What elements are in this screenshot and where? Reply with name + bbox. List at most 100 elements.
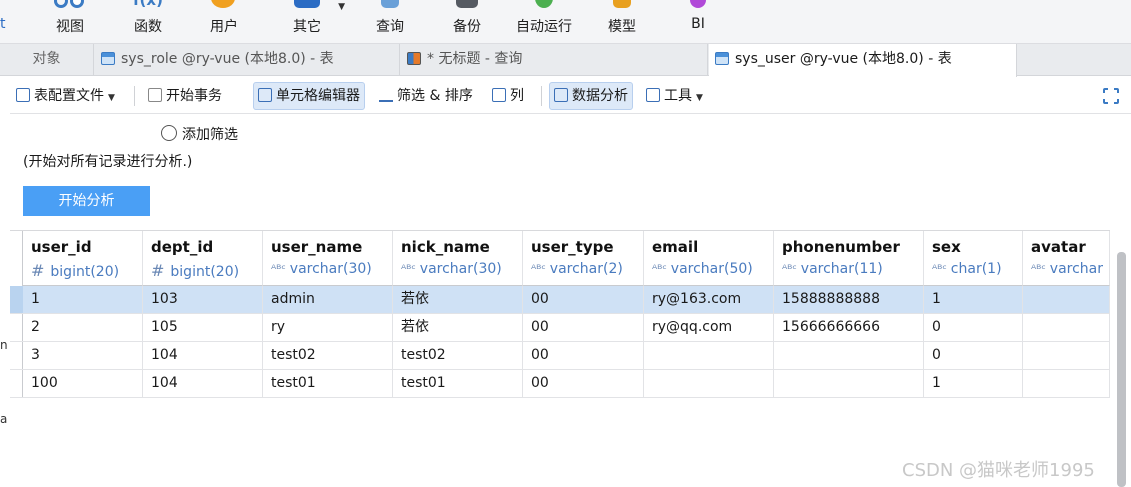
navicat-window: { "toolbar": { "items": [ {"label": "视图"…: [0, 0, 1131, 487]
table-cell[interactable]: [1023, 342, 1110, 370]
column-type: ᴬᴮᶜ varchar: [1031, 261, 1103, 277]
table-cell[interactable]: 00: [523, 314, 644, 342]
table-cell[interactable]: 00: [523, 342, 644, 370]
column-name: dept_id: [151, 238, 214, 256]
column-header[interactable]: user_id # bigint(20): [23, 231, 143, 286]
table-cell[interactable]: [644, 342, 774, 370]
column-header[interactable]: dept_id # bigint(20): [143, 231, 263, 286]
toolbar-function-button[interactable]: f(x) 函数: [126, 0, 170, 44]
table-cell[interactable]: 0: [924, 342, 1023, 370]
filter-sort-button[interactable]: 筛选 & 排序: [375, 82, 477, 110]
column-header[interactable]: phonenumber ᴬᴮᶜ varchar(11): [774, 231, 924, 286]
divider: [134, 86, 135, 106]
table-config-button[interactable]: 表配置文件 ▼: [12, 82, 119, 110]
table-cell[interactable]: 103: [143, 286, 263, 314]
column-header[interactable]: avatar ᴬᴮᶜ varchar: [1023, 231, 1110, 286]
table-cell[interactable]: 0: [924, 314, 1023, 342]
table-cell[interactable]: ry: [263, 314, 393, 342]
tools-button[interactable]: 工具 ▼: [642, 82, 707, 110]
add-filter-radio[interactable]: [161, 125, 177, 141]
data-analysis-button[interactable]: 数据分析: [549, 82, 633, 110]
row-selector[interactable]: [10, 370, 23, 398]
toolbar-user-button[interactable]: 用户: [202, 0, 246, 44]
data-grid: user_id # bigint(20) dept_id # bigint(20) user…: [10, 230, 1110, 398]
function-icon: f(x): [133, 0, 163, 9]
table-cell[interactable]: 1: [924, 286, 1023, 314]
tab-untitled-query[interactable]: * 无标题 - 查询: [401, 44, 708, 76]
text-type-icon: ᴬᴮᶜ: [932, 262, 947, 276]
edit-icon: [258, 88, 272, 102]
column-type: # bigint(20): [31, 261, 119, 280]
watermark: CSDN @猫咪老师1995: [902, 460, 1095, 481]
table-cell[interactable]: 105: [143, 314, 263, 342]
vertical-scrollbar[interactable]: [1117, 252, 1126, 487]
table-cell[interactable]: test01: [263, 370, 393, 398]
text-type-icon: ᴬᴮᶜ: [271, 262, 286, 276]
table-cell[interactable]: [774, 342, 924, 370]
tab-sys-user[interactable]: sys_user @ry-vue (本地8.0) - 表: [709, 44, 1017, 77]
side-mark: a: [0, 412, 8, 426]
toolbar-model-button[interactable]: 模型: [600, 0, 644, 44]
table-cell[interactable]: 15666666666: [774, 314, 924, 342]
table-cell[interactable]: 104: [143, 370, 263, 398]
text-type-icon: ᴬᴮᶜ: [531, 262, 546, 276]
table-cell[interactable]: 104: [143, 342, 263, 370]
table-config-icon: [16, 88, 30, 102]
tab-sys-role[interactable]: sys_role @ry-vue (本地8.0) - 表: [95, 44, 400, 76]
table-cell[interactable]: [1023, 314, 1110, 342]
table-cell[interactable]: 3: [23, 342, 143, 370]
table-cell[interactable]: 1: [924, 370, 1023, 398]
expand-icon[interactable]: [1102, 87, 1120, 105]
table-cell[interactable]: [774, 370, 924, 398]
toolbar-query-button[interactable]: 查询: [368, 0, 412, 44]
table-cell[interactable]: test02: [263, 342, 393, 370]
start-analysis-button[interactable]: 开始分析: [23, 186, 150, 216]
chevron-down-icon[interactable]: ▼: [338, 2, 345, 12]
table-icon: [101, 52, 115, 65]
table-cell[interactable]: 15888888888: [774, 286, 924, 314]
table-cell[interactable]: 1: [23, 286, 143, 314]
tab-label: sys_user @ry-vue (本地8.0) - 表: [735, 51, 952, 67]
row-selector[interactable]: [10, 342, 23, 370]
column-header[interactable]: user_type ᴬᴮᶜ varchar(2): [523, 231, 644, 286]
toolbar-automation-button[interactable]: 自动运行: [510, 0, 578, 44]
columns-button[interactable]: 列: [488, 82, 528, 110]
toolbar-other-button[interactable]: 其它 ▼: [285, 0, 345, 44]
table-cell[interactable]: test02: [393, 342, 523, 370]
begin-transaction-button[interactable]: 开始事务: [144, 82, 226, 110]
table-cell[interactable]: 若依: [393, 314, 523, 342]
row-selector[interactable]: [10, 286, 23, 314]
column-name: avatar: [1031, 238, 1086, 256]
table-cell[interactable]: 2: [23, 314, 143, 342]
column-header[interactable]: sex ᴬᴮᶜ char(1): [924, 231, 1023, 286]
toolbar-bi-button[interactable]: BI: [676, 0, 720, 44]
table-cell[interactable]: 00: [523, 286, 644, 314]
table-cell[interactable]: ry@qq.com: [644, 314, 774, 342]
column-header[interactable]: user_name ᴬᴮᶜ varchar(30): [263, 231, 393, 286]
column-header[interactable]: email ᴬᴮᶜ varchar(50): [644, 231, 774, 286]
tab-objects[interactable]: 对象: [0, 44, 94, 76]
column-type: ᴬᴮᶜ varchar(11): [782, 261, 883, 277]
toolbar-label: 查询: [376, 19, 404, 35]
toolbar-backup-button[interactable]: 备份: [445, 0, 489, 44]
table-cell[interactable]: 若依: [393, 286, 523, 314]
text-type-icon: ᴬᴮᶜ: [401, 262, 416, 276]
table-cell[interactable]: admin: [263, 286, 393, 314]
table-cell[interactable]: ry@163.com: [644, 286, 774, 314]
backup-icon: [456, 0, 478, 8]
toolbar-label: 备份: [453, 19, 481, 35]
toolbar-label: 函数: [134, 19, 162, 35]
column-name: phonenumber: [782, 238, 900, 256]
column-header[interactable]: nick_name ᴬᴮᶜ varchar(30): [393, 231, 523, 286]
cell-editor-button[interactable]: 单元格编辑器: [253, 82, 365, 110]
table-cell[interactable]: [644, 370, 774, 398]
table-cell[interactable]: 00: [523, 370, 644, 398]
row-selector[interactable]: [10, 314, 23, 342]
table-cell[interactable]: test01: [393, 370, 523, 398]
table-cell[interactable]: [1023, 370, 1110, 398]
table-cell[interactable]: [1023, 286, 1110, 314]
table-cell[interactable]: 100: [23, 370, 143, 398]
add-filter-label[interactable]: 添加筛选: [182, 124, 238, 144]
column-name: user_name: [271, 238, 363, 256]
toolbar-view-button[interactable]: 视图: [48, 0, 92, 44]
